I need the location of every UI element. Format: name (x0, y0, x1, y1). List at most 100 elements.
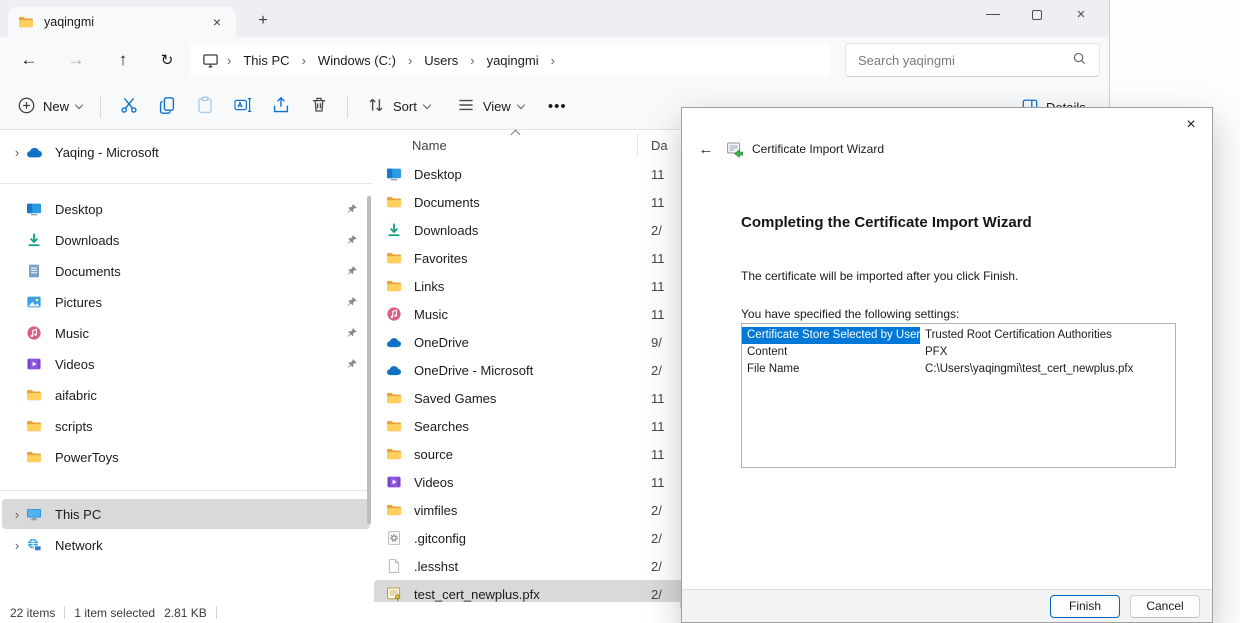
network-icon (26, 537, 43, 554)
dialog-close-icon[interactable]: × (1180, 114, 1202, 136)
status-divider (64, 606, 65, 619)
desktop-icon (386, 166, 402, 182)
copy-button[interactable] (148, 90, 186, 124)
sidebar-item-pictures[interactable]: Pictures (2, 287, 370, 317)
pin-icon (346, 296, 358, 308)
new-tab-button[interactable]: + (250, 8, 276, 34)
maximize-button[interactable] (1015, 0, 1059, 29)
setting-row[interactable]: Certificate Store Selected by User Trust… (742, 327, 1175, 344)
file-icon (386, 558, 402, 574)
back-icon[interactable]: ← (14, 45, 44, 75)
folder-icon (386, 278, 402, 294)
sidebar-item-downloads[interactable]: Downloads (2, 225, 370, 255)
finish-button[interactable]: Finish (1050, 595, 1120, 618)
folder-icon (18, 14, 35, 31)
paste-button (186, 90, 224, 124)
pin-icon (346, 327, 358, 339)
settings-table[interactable]: Certificate Store Selected by User Trust… (741, 323, 1176, 468)
wizard-body-text: The certificate will be imported after y… (741, 269, 1018, 283)
breadcrumb-item[interactable]: This PC (235, 50, 297, 71)
name-column-header[interactable]: Name (372, 138, 447, 153)
sidebar-item-videos[interactable]: Videos (2, 349, 370, 379)
videos-icon (26, 356, 43, 373)
copy-icon (157, 95, 177, 118)
selection-status: 1 item selected (74, 606, 155, 620)
sidebar-item-documents[interactable]: Documents (2, 256, 370, 286)
breadcrumb-chevron-icon[interactable]: › (223, 53, 235, 68)
dialog-header: ← Certificate Import Wizard (694, 140, 884, 158)
rename-icon (233, 95, 253, 118)
view-button[interactable]: View (447, 90, 533, 124)
sidebar-system-list: › This PC › Network (0, 499, 372, 560)
sidebar-item-desktop[interactable]: Desktop (2, 194, 370, 224)
search-input[interactable] (858, 53, 1072, 68)
chevron-down-icon (517, 101, 525, 109)
cloud-icon (386, 362, 402, 378)
desktop-icon (26, 201, 43, 218)
cut-icon (119, 95, 139, 118)
sidebar-divider (0, 183, 372, 184)
refresh-icon[interactable]: ↻ (152, 45, 182, 75)
breadcrumb-chevron-icon[interactable]: › (404, 53, 416, 68)
wizard-heading: Completing the Certificate Import Wizard (741, 214, 1032, 231)
setting-value: PFX (920, 344, 947, 361)
search-icon (1072, 51, 1087, 69)
cut-button[interactable] (110, 90, 148, 124)
tab-bar: yaqingmi × + × (0, 0, 1109, 37)
sidebar-item-powertoys[interactable]: PowerToys (2, 442, 370, 472)
sidebar-item-scripts[interactable]: scripts (2, 411, 370, 441)
pin-icon (346, 203, 358, 215)
breadcrumb[interactable]: ›This PC›Windows (C:)›Users›yaqingmi› (190, 43, 830, 77)
breadcrumb-item[interactable]: Users (416, 50, 466, 71)
certificate-import-wizard-dialog: × ← Certificate Import Wizard Completing… (681, 107, 1213, 623)
downloads-icon (26, 232, 43, 249)
explorer-tab[interactable]: yaqingmi × (8, 7, 236, 37)
sidebar-item-music[interactable]: Music (2, 318, 370, 348)
back-arrow-icon[interactable]: ← (694, 141, 718, 158)
rename-button[interactable] (224, 90, 262, 124)
breadcrumb-chevron-icon[interactable]: › (547, 53, 559, 68)
breadcrumb-chevron-icon[interactable]: › (298, 53, 310, 68)
breadcrumb-item[interactable]: Windows (C:) (310, 50, 404, 71)
chevron-down-icon (423, 101, 431, 109)
column-divider[interactable] (637, 134, 638, 156)
certificate-wizard-icon (726, 140, 744, 158)
sidebar-item-network[interactable]: › Network (2, 530, 370, 560)
sidebar-item-this-pc[interactable]: › This PC (2, 499, 370, 529)
cloud-icon (386, 334, 402, 350)
delete-button[interactable] (300, 90, 338, 124)
sidebar-item-onedrive[interactable]: › Yaqing - Microsoft (2, 137, 370, 167)
pictures-icon (26, 294, 43, 311)
folder-icon (386, 250, 402, 266)
close-button[interactable]: × (1059, 0, 1103, 29)
folder-icon (386, 446, 402, 462)
sidebar-divider (0, 490, 372, 491)
new-button[interactable]: New (8, 90, 91, 124)
dialog-title: Certificate Import Wizard (752, 142, 884, 156)
setting-value: C:\Users\yaqingmi\test_cert_newplus.pfx (920, 361, 1133, 378)
screen: yaqingmi × + × ← → ↑ ↻ ›This PC›Windows … (0, 0, 1240, 623)
sidebar-item-aifabric[interactable]: aifabric (2, 380, 370, 410)
setting-key: Certificate Store Selected by User (742, 327, 920, 344)
toolbar-divider (100, 96, 101, 118)
breadcrumb-item[interactable]: yaqingmi (479, 50, 547, 71)
folder-icon (386, 194, 402, 210)
breadcrumb-chevron-icon[interactable]: › (466, 53, 478, 68)
more-options-button[interactable]: ••• (539, 90, 576, 124)
cancel-button[interactable]: Cancel (1130, 595, 1200, 618)
date-column-header[interactable]: Da (651, 138, 668, 153)
sidebar-scrollbar[interactable] (367, 196, 371, 524)
paste-icon (195, 95, 215, 118)
setting-row[interactable]: File Name C:\Users\yaqingmi\test_cert_ne… (742, 361, 1175, 378)
address-bar-row: ← → ↑ ↻ ›This PC›Windows (C:)›Users›yaqi… (0, 37, 1109, 84)
minimize-button[interactable] (971, 0, 1015, 29)
up-icon[interactable]: ↑ (108, 45, 138, 75)
chevron-right-icon[interactable]: › (8, 145, 26, 160)
share-button[interactable] (262, 90, 300, 124)
sort-button[interactable]: Sort (357, 90, 439, 124)
search-box[interactable] (845, 43, 1100, 77)
tab-close-icon[interactable]: × (208, 13, 226, 31)
setting-row[interactable]: Content PFX (742, 344, 1175, 361)
thispc-icon (26, 506, 43, 523)
chevron-down-icon (75, 101, 83, 109)
